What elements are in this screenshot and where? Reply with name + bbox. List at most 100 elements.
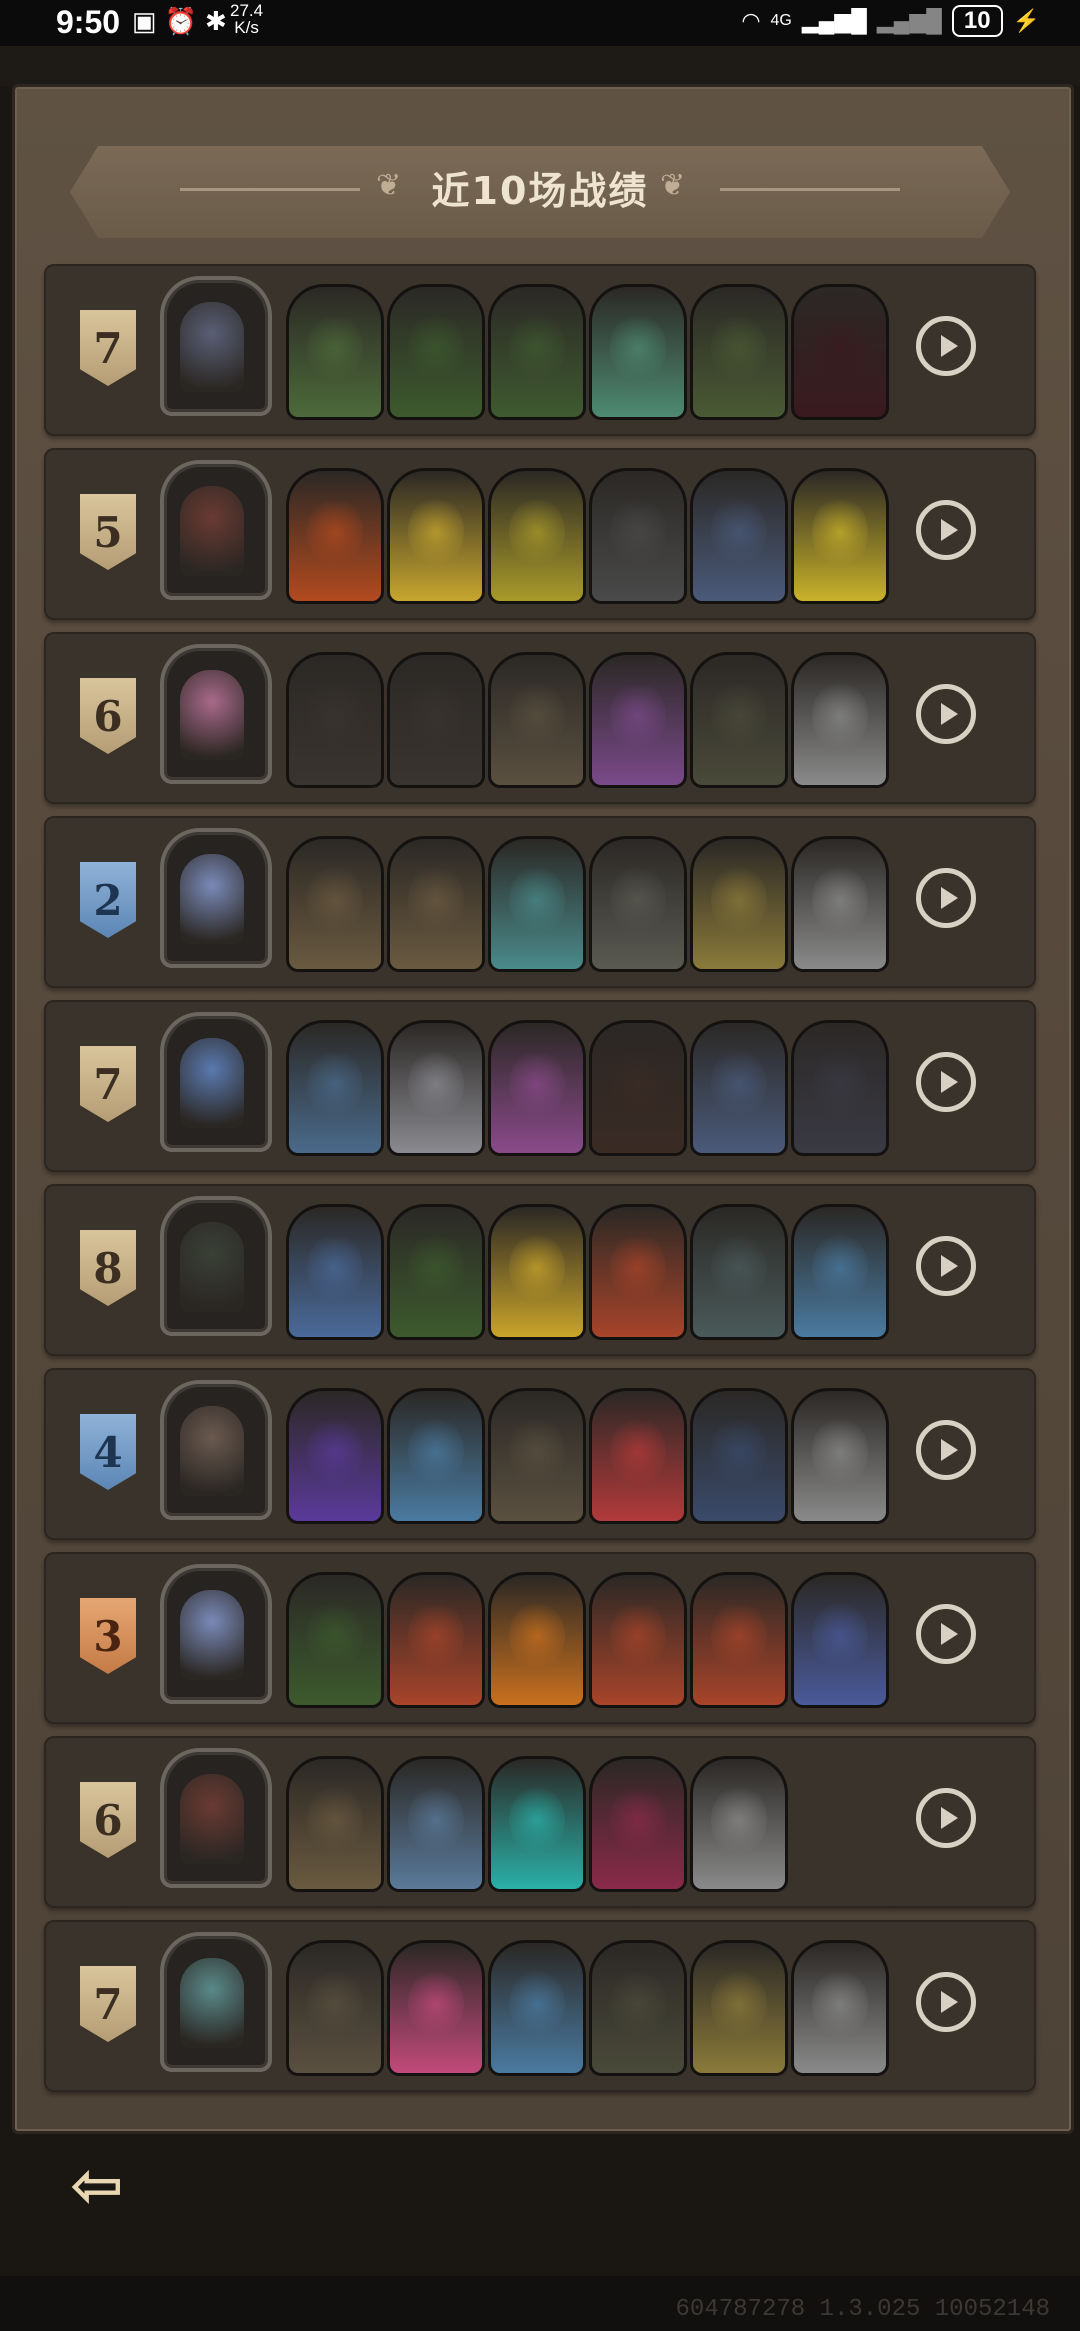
unit-card bbox=[387, 1756, 485, 1892]
unit-card bbox=[488, 1204, 586, 1340]
unit-image bbox=[711, 1049, 767, 1119]
unit-card bbox=[690, 468, 788, 604]
unit-image bbox=[408, 865, 464, 935]
unit-card bbox=[589, 284, 687, 420]
unit-image bbox=[711, 1785, 767, 1855]
match-row: 7 bbox=[44, 264, 1036, 436]
hero-image bbox=[180, 1038, 244, 1128]
hero-image bbox=[180, 854, 244, 944]
unit-image bbox=[812, 1049, 868, 1119]
page-title: 近10场战绩 bbox=[431, 169, 649, 213]
rank-badge: 6 bbox=[80, 1782, 136, 1858]
hero-portrait bbox=[160, 460, 272, 600]
unit-image bbox=[711, 1969, 767, 2039]
unit-card bbox=[488, 468, 586, 604]
unit-image bbox=[408, 681, 464, 751]
unit-card bbox=[791, 468, 889, 604]
unit-image bbox=[812, 313, 868, 383]
unit-image bbox=[812, 1233, 868, 1303]
rank-badge: 4 bbox=[80, 1414, 136, 1490]
unit-image bbox=[408, 1969, 464, 2039]
speed-unit: K/s bbox=[234, 18, 259, 37]
unit-image bbox=[610, 1601, 666, 1671]
unit-card bbox=[791, 1572, 889, 1708]
replay-button[interactable] bbox=[916, 868, 976, 928]
unit-card bbox=[791, 1940, 889, 2076]
unit-card bbox=[690, 1756, 788, 1892]
unit-image bbox=[812, 1601, 868, 1671]
rank-badge: 5 bbox=[80, 494, 136, 570]
unit-image bbox=[408, 1601, 464, 1671]
build-id: 604787278 1.3.025 10052148 bbox=[675, 2296, 1050, 2323]
unit-card bbox=[286, 1388, 384, 1524]
hero-image bbox=[180, 1406, 244, 1496]
hero-image bbox=[180, 1590, 244, 1680]
unit-card bbox=[387, 1572, 485, 1708]
unit-card bbox=[286, 1572, 384, 1708]
unit-image bbox=[509, 1417, 565, 1487]
hero-image bbox=[180, 302, 244, 392]
replay-button[interactable] bbox=[916, 1788, 976, 1848]
unit-image bbox=[307, 681, 363, 751]
play-icon bbox=[941, 1807, 958, 1829]
unit-card bbox=[286, 1204, 384, 1340]
unit-card bbox=[488, 1940, 586, 2076]
unit-card bbox=[791, 284, 889, 420]
replay-button[interactable] bbox=[916, 1604, 976, 1664]
replay-button[interactable] bbox=[916, 1052, 976, 1112]
match-row: 8 bbox=[44, 1184, 1036, 1356]
unit-image bbox=[711, 1601, 767, 1671]
hero-portrait bbox=[160, 1012, 272, 1152]
hero-portrait bbox=[160, 1932, 272, 2072]
unit-card bbox=[589, 652, 687, 788]
unit-card bbox=[589, 1204, 687, 1340]
unit-card bbox=[690, 836, 788, 972]
unit-card bbox=[791, 1020, 889, 1156]
unit-card bbox=[791, 652, 889, 788]
unit-card bbox=[286, 836, 384, 972]
unit-image bbox=[307, 1969, 363, 2039]
hero-image bbox=[180, 486, 244, 576]
unit-card bbox=[387, 1388, 485, 1524]
unit-image bbox=[307, 1049, 363, 1119]
hero-portrait bbox=[160, 1380, 272, 1520]
unit-card bbox=[387, 652, 485, 788]
unit-card bbox=[488, 1756, 586, 1892]
replay-button[interactable] bbox=[916, 1972, 976, 2032]
unit-card bbox=[690, 1940, 788, 2076]
unit-image bbox=[610, 1049, 666, 1119]
back-button[interactable]: ⇦ bbox=[70, 2154, 142, 2218]
unit-card bbox=[488, 652, 586, 788]
unit-card bbox=[690, 1388, 788, 1524]
unit-image bbox=[509, 681, 565, 751]
status-icons-right: ◠ 4G ▂▄▆█ ▂▄▆█ 10 ⚡ bbox=[741, 5, 1040, 37]
replay-button[interactable] bbox=[916, 684, 976, 744]
replay-button[interactable] bbox=[916, 1236, 976, 1296]
unit-image bbox=[408, 497, 464, 567]
unit-image bbox=[408, 1233, 464, 1303]
unit-card bbox=[387, 1020, 485, 1156]
play-icon bbox=[941, 1991, 958, 2013]
unit-card bbox=[791, 836, 889, 972]
unit-card bbox=[690, 1204, 788, 1340]
unit-image bbox=[711, 1233, 767, 1303]
replay-button[interactable] bbox=[916, 316, 976, 376]
unit-image bbox=[509, 865, 565, 935]
unit-card bbox=[387, 468, 485, 604]
arrow-left-icon: ⇦ bbox=[70, 2149, 124, 2223]
unit-card bbox=[488, 1388, 586, 1524]
unit-image bbox=[307, 1233, 363, 1303]
rank-badge: 6 bbox=[80, 678, 136, 754]
unit-card bbox=[589, 836, 687, 972]
nfc-icon: ▣ bbox=[132, 6, 157, 36]
unit-image bbox=[610, 1969, 666, 2039]
unit-card bbox=[488, 284, 586, 420]
unit-card bbox=[690, 1572, 788, 1708]
top-backdrop bbox=[0, 46, 1080, 86]
replay-button[interactable] bbox=[916, 500, 976, 560]
unit-image bbox=[509, 1049, 565, 1119]
unit-image bbox=[812, 865, 868, 935]
match-row: 6 bbox=[44, 1736, 1036, 1908]
unit-image bbox=[408, 313, 464, 383]
replay-button[interactable] bbox=[916, 1420, 976, 1480]
